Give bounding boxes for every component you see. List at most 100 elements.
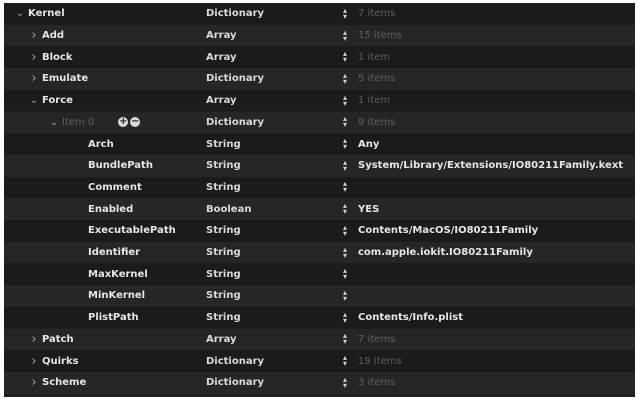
table-row[interactable]: › Quirks Dictionary ▴ ▾ 19 items — [4, 350, 635, 372]
stepper-icon[interactable]: ▴ ▾ — [341, 6, 349, 20]
key-cell[interactable]: › Block — [4, 46, 224, 68]
table-row[interactable]: ⌄ Item 0 + − Dictionary ▴ ▾ 9 items — [4, 111, 635, 134]
type-cell[interactable]: String — [206, 133, 331, 155]
table-row[interactable]: ExecutablePath String ▴ ▾ Contents/MacOS/IO8… — [4, 220, 635, 242]
value-text: 1 item — [358, 51, 391, 63]
type-cell[interactable]: Dictionary — [206, 112, 331, 134]
table-row[interactable]: › Scheme Dictionary ▴ ▾ 3 items — [4, 371, 635, 394]
type-cell[interactable]: Array — [206, 25, 331, 47]
stepper-icon[interactable]: ▴ ▾ — [341, 288, 349, 302]
type-cell[interactable]: String — [206, 220, 331, 242]
stepper-icon[interactable]: ▴ ▾ — [341, 223, 349, 237]
stepper-icon[interactable]: ▴ ▾ — [341, 310, 349, 324]
stepper-icon[interactable]: ▴ ▾ — [341, 50, 349, 64]
table-row[interactable]: Arch String ▴ ▾ Any — [4, 133, 635, 155]
table-row[interactable]: ⌄ Kernel Dictionary ▴ ▾ 7 items — [4, 3, 635, 25]
table-row[interactable]: Comment String ▴ ▾ — [4, 176, 635, 199]
table-row[interactable]: BundlePath String ▴ ▾ System/Library/Extensi… — [4, 154, 635, 177]
key-label: Emulate — [42, 73, 89, 85]
type-cell[interactable]: Dictionary — [206, 3, 331, 25]
value-cell[interactable]: ▴ ▾ 9 items — [341, 112, 631, 134]
value-cell[interactable]: ▴ ▾ 19 items — [341, 350, 631, 372]
stepper-icon[interactable]: ▴ ▾ — [341, 71, 349, 85]
stepper-icon[interactable]: ▴ ▾ — [341, 375, 349, 389]
key-cell[interactable]: ⌄ Kernel — [4, 3, 210, 25]
stepper-icon[interactable]: ▴ ▾ — [341, 202, 349, 216]
value-cell[interactable]: ▴ ▾ 1 item — [341, 46, 631, 68]
type-cell[interactable]: String — [206, 263, 331, 285]
table-row[interactable]: ⌄ Force Array ▴ ▾ 1 item — [4, 89, 635, 112]
value-cell[interactable]: ▴ ▾ 1 item — [341, 90, 631, 112]
key-cell[interactable]: › Scheme — [4, 372, 224, 394]
chevron-down-icon[interactable]: ⌄ — [14, 8, 26, 19]
chevron-right-icon[interactable]: › — [28, 375, 40, 390]
chevron-right-icon[interactable]: › — [28, 71, 40, 86]
stepper-icon[interactable]: ▴ ▾ — [341, 354, 349, 368]
key-cell[interactable]: › Add — [4, 25, 224, 47]
stepper-icon[interactable]: ▴ ▾ — [341, 93, 349, 107]
chevron-down-icon[interactable]: ⌄ — [28, 95, 40, 106]
value-text: com.apple.iokit.IO80211Family — [358, 247, 533, 259]
stepper-icon[interactable]: ▴ ▾ — [341, 115, 349, 129]
key-cell[interactable]: ⌄ Force — [4, 90, 224, 112]
key-label: Comment — [88, 181, 142, 193]
type-cell[interactable]: Dictionary — [206, 68, 331, 90]
stepper-icon[interactable]: ▴ ▾ — [341, 245, 349, 259]
value-cell[interactable]: ▴ ▾ System/Library/Extensions/IO80211Famil… — [341, 155, 631, 177]
table-row[interactable]: PlistPath String ▴ ▾ Contents/Info.plist — [4, 306, 635, 329]
key-label: Block — [42, 51, 73, 63]
type-cell[interactable]: Array — [206, 46, 331, 68]
stepper-icon[interactable]: ▴ ▾ — [341, 180, 349, 194]
table-row[interactable]: › Block Array ▴ ▾ 1 item — [4, 46, 635, 69]
value-cell[interactable]: ▴ ▾ com.apple.iokit.IO80211Family — [341, 242, 631, 264]
chevron-down-icon[interactable]: ⌄ — [48, 117, 60, 128]
value-cell[interactable]: ▴ ▾ Any — [341, 133, 631, 155]
type-cell[interactable]: String — [206, 285, 331, 307]
table-row[interactable]: › Emulate Dictionary ▴ ▾ 5 items — [4, 68, 635, 90]
key-label: Scheme — [42, 377, 87, 389]
chevron-right-icon[interactable]: › — [28, 28, 40, 43]
type-cell[interactable]: Array — [206, 90, 331, 112]
type-cell[interactable]: String — [206, 177, 331, 199]
key-label: Item 0 — [62, 116, 95, 128]
table-row[interactable]: Enabled Boolean ▴ ▾ YES — [4, 198, 635, 220]
chevron-right-icon[interactable]: › — [28, 354, 40, 369]
value-cell[interactable]: ▴ ▾ 7 items — [341, 329, 631, 351]
value-cell[interactable]: ▴ ▾ Contents/Info.plist — [341, 307, 631, 329]
value-cell[interactable]: ▴ ▾ Contents/MacOS/IO80211Family — [341, 220, 631, 242]
table-row[interactable]: › Add Array ▴ ▾ 15 items — [4, 24, 635, 47]
type-cell[interactable]: Dictionary — [206, 372, 331, 394]
type-cell[interactable]: Dictionary — [206, 350, 331, 372]
stepper-icon[interactable]: ▴ ▾ — [341, 28, 349, 42]
table-row[interactable]: Identifier String ▴ ▾ com.apple.iokit.IO8021… — [4, 241, 635, 264]
key-cell[interactable]: › Emulate — [4, 68, 224, 90]
value-cell[interactable]: ▴ ▾ 3 items — [341, 372, 631, 394]
type-cell[interactable]: Boolean — [206, 198, 331, 220]
value-cell[interactable]: ▴ ▾ 15 items — [341, 25, 631, 47]
type-cell[interactable]: String — [206, 242, 331, 264]
chevron-right-icon[interactable]: › — [28, 50, 40, 65]
table-row[interactable]: MaxKernel String ▴ ▾ — [4, 263, 635, 286]
value-cell[interactable]: ▴ ▾ 5 items — [341, 68, 631, 90]
stepper-icon[interactable]: ▴ ▾ — [341, 137, 349, 151]
table-row[interactable]: MinKernel String ▴ ▾ — [4, 285, 635, 307]
key-cell[interactable]: › Patch — [4, 329, 224, 351]
table-row[interactable]: › Patch Array ▴ ▾ 7 items — [4, 328, 635, 351]
key-cell[interactable]: › Quirks — [4, 350, 224, 372]
add-icon[interactable]: + — [118, 117, 129, 128]
stepper-icon[interactable]: ▴ ▾ — [341, 267, 349, 281]
key-label: ExecutablePath — [88, 225, 176, 237]
remove-icon[interactable]: − — [130, 117, 141, 128]
type-cell[interactable]: Array — [206, 329, 331, 351]
chevron-right-icon[interactable]: › — [28, 332, 40, 347]
value-cell[interactable]: ▴ ▾ — [341, 263, 631, 285]
type-cell[interactable]: String — [206, 307, 331, 329]
value-cell[interactable]: ▴ ▾ 7 items — [341, 3, 631, 25]
stepper-icon[interactable]: ▴ ▾ — [341, 158, 349, 172]
stepper-icon[interactable]: ▴ ▾ — [341, 332, 349, 346]
value-cell[interactable]: ▴ ▾ YES — [341, 198, 631, 220]
value-cell[interactable]: ▴ ▾ — [341, 177, 631, 199]
key-label: Enabled — [88, 203, 134, 215]
type-cell[interactable]: String — [206, 155, 331, 177]
value-cell[interactable]: ▴ ▾ — [341, 285, 631, 307]
